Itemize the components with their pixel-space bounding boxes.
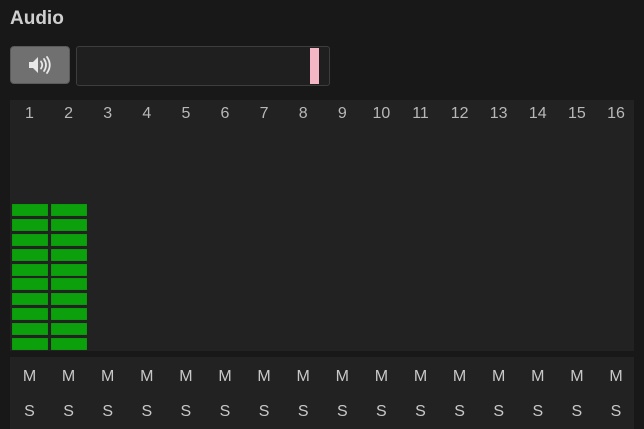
master-mute-button[interactable]	[10, 46, 70, 84]
channel-2-mute-button[interactable]: M	[49, 368, 88, 386]
channel-8-label: 8	[298, 105, 308, 122]
channel-15-label: 15	[567, 105, 586, 122]
channel-3-level-meter	[90, 125, 126, 350]
level-meter-segment	[51, 338, 88, 350]
channel-5-label: 5	[181, 105, 191, 122]
channel-16-mute-button[interactable]: M	[597, 368, 636, 386]
channel-10-label: 10	[372, 105, 391, 122]
level-meter-segment	[51, 308, 88, 321]
level-meter-segment	[12, 293, 48, 306]
channel-6-solo-button[interactable]: S	[206, 403, 245, 421]
channel-16-level-meter	[599, 125, 635, 350]
channel-7-solo-button[interactable]: S	[245, 403, 284, 421]
channel-4-solo-button[interactable]: S	[127, 403, 166, 421]
channel-14-level-meter	[520, 125, 556, 350]
channel-15-level-meter	[559, 125, 595, 350]
channel-10-mute-button[interactable]: M	[362, 368, 401, 386]
audio-panel: Audio 1 2 3 4 5 6 7 8 9 10 11 12 13 14 15 16 MSMSMSMSMS…	[0, 0, 644, 429]
level-meter-segment	[12, 278, 48, 291]
master-volume-slider[interactable]	[76, 46, 330, 86]
channel-2-solo-button[interactable]: S	[49, 403, 88, 421]
channel-7-level-meter	[247, 125, 283, 350]
channel-5-mute-button[interactable]: M	[166, 368, 205, 386]
speaker-icon	[29, 56, 51, 74]
channel-4-mute-button[interactable]: M	[127, 368, 166, 386]
channel-6-level-meter	[208, 125, 244, 350]
channel-1-level-meter	[12, 125, 48, 350]
channel-3-mute-button[interactable]: M	[88, 368, 127, 386]
channel-5-level-meter	[168, 125, 204, 350]
channel-12-solo-button[interactable]: S	[440, 403, 479, 421]
channel-8-mute-button[interactable]: M	[284, 368, 323, 386]
level-meter-segment	[12, 248, 48, 261]
level-meter-segment	[51, 323, 88, 336]
channel-12-label: 12	[450, 105, 469, 122]
volume-slider-handle[interactable]	[310, 48, 319, 84]
level-meter-segment	[12, 233, 48, 246]
channel-1-mute-button[interactable]: M	[10, 368, 49, 386]
channel-13-label: 13	[489, 105, 508, 122]
channel-3-label: 3	[103, 105, 113, 122]
level-meter-segment	[51, 218, 88, 231]
channel-16-label: 16	[607, 105, 625, 122]
channel-10-solo-button[interactable]: S	[362, 403, 401, 421]
channel-6-label: 6	[220, 105, 230, 122]
level-meter-segment	[51, 293, 88, 306]
channel-14-mute-button[interactable]: M	[518, 368, 557, 386]
channel-7-label: 7	[259, 105, 269, 122]
level-meter-segment	[12, 323, 48, 336]
channel-14-label: 14	[528, 105, 547, 122]
channel-11-level-meter	[403, 125, 439, 350]
level-meter-segment	[51, 278, 88, 291]
channel-15-mute-button[interactable]: M	[557, 368, 596, 386]
channel-8-solo-button[interactable]: S	[284, 403, 323, 421]
channel-11-mute-button[interactable]: M	[401, 368, 440, 386]
channel-2-label: 2	[64, 105, 74, 122]
channel-13-mute-button[interactable]: M	[479, 368, 518, 386]
channel-9-label: 9	[337, 105, 347, 122]
level-meter-segment	[51, 248, 88, 261]
channel-14-solo-button[interactable]: S	[518, 403, 557, 421]
channel-6-mute-button[interactable]: M	[206, 368, 245, 386]
channel-8-level-meter	[286, 125, 322, 350]
level-meter-segment	[12, 218, 48, 231]
channel-13-level-meter	[481, 125, 517, 350]
channel-4-label: 4	[142, 105, 152, 122]
channel-11-solo-button[interactable]: S	[401, 403, 440, 421]
level-meter-segment	[12, 308, 48, 321]
level-meter-segment	[12, 338, 48, 350]
channel-9-mute-button[interactable]: M	[323, 368, 362, 386]
level-meter-segment	[12, 203, 48, 216]
channel-13-solo-button[interactable]: S	[479, 403, 518, 421]
channel-11-label: 11	[412, 105, 429, 122]
channel-4-level-meter	[129, 125, 165, 350]
level-meter-segment	[51, 263, 88, 276]
channel-2-level-meter	[51, 125, 88, 350]
channel-3-solo-button[interactable]: S	[88, 403, 127, 421]
level-meter-segment	[51, 203, 88, 216]
channel-1-solo-button[interactable]: S	[10, 403, 49, 421]
channel-16-solo-button[interactable]: S	[597, 403, 636, 421]
panel-title: Audio	[10, 8, 64, 29]
channel-15-solo-button[interactable]: S	[557, 403, 596, 421]
channel-10-level-meter	[364, 125, 400, 350]
level-meter-segment	[51, 233, 88, 246]
channel-12-level-meter	[442, 125, 478, 350]
channel-9-solo-button[interactable]: S	[323, 403, 362, 421]
level-meter-segment	[12, 263, 48, 276]
channel-12-mute-button[interactable]: M	[440, 368, 479, 386]
channel-5-solo-button[interactable]: S	[166, 403, 205, 421]
channel-9-level-meter	[325, 125, 361, 350]
channel-1-label: 1	[25, 105, 34, 122]
channel-7-mute-button[interactable]: M	[245, 368, 284, 386]
